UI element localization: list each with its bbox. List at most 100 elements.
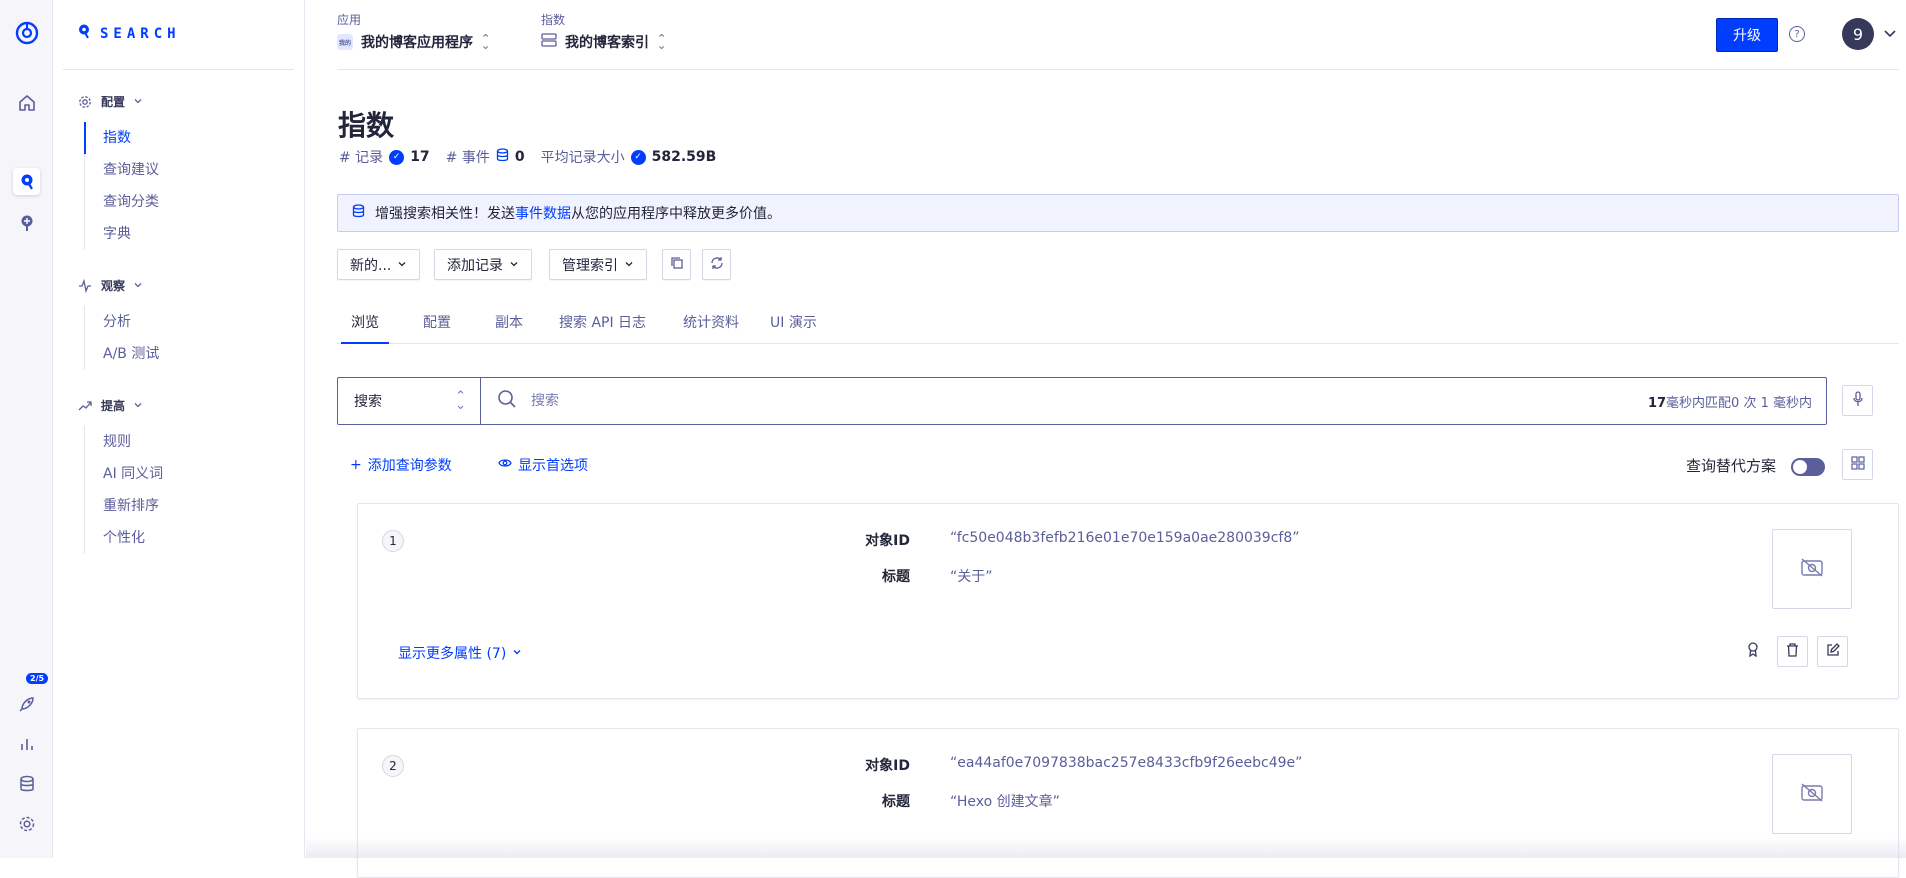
edit-icon	[1826, 642, 1840, 661]
add-record-label: 添加记录	[447, 257, 503, 274]
check-circle-icon: ✓	[630, 149, 646, 165]
tab-configuration[interactable]: 配置	[413, 312, 461, 342]
sort-updown-icon: ⌃ ⌄	[455, 389, 466, 413]
add-query-param-label: 添加查询参数	[367, 458, 452, 474]
attr-key: 标题	[882, 794, 910, 810]
home-icon[interactable]	[13, 89, 40, 116]
no-image-icon	[1800, 782, 1824, 806]
events-label: # 事件	[445, 150, 490, 166]
avatar[interactable]: 9	[1842, 18, 1874, 50]
sidebar-item-ai-synonyms[interactable]: AI 同义词	[85, 458, 163, 490]
index-stats: # 记录 ✓ 17 # 事件 0 平均记录大小 ✓ 582.59B	[339, 147, 726, 167]
search-bar: 搜索 ⌃⌄ 17毫秒内匹配0 次 1 毫秒内	[337, 377, 1827, 425]
sidebar-item-rules[interactable]: 规则	[85, 426, 163, 458]
tab-stats[interactable]: 统计资料	[673, 312, 749, 342]
sidebar-item-rerank[interactable]: 重新排序	[85, 490, 163, 522]
new-button-label: 新的...	[350, 257, 392, 274]
grid-view-button[interactable]	[1842, 449, 1873, 480]
index-selector[interactable]: 指数 我的博客索引 ⌃ ⌄	[541, 11, 666, 52]
refresh-button[interactable]	[702, 249, 731, 280]
tab-ui-demos[interactable]: UI 演示	[760, 312, 827, 342]
sidebar-item-query-suggestions[interactable]: 查询建议	[85, 154, 159, 186]
add-record-button[interactable]: 添加记录	[434, 249, 532, 280]
query-alternatives-label: 查询替代方案	[1686, 457, 1777, 475]
sidebar-item-dictionaries[interactable]: 字典	[85, 218, 159, 250]
show-more-attributes-link[interactable]: 显示更多属性 (7)	[398, 643, 522, 663]
rocket-icon[interactable]	[13, 690, 40, 717]
delete-record-button[interactable]	[1777, 636, 1808, 667]
attr-value: “ea44af0e7097838bac257e8433cfb9f26eebc49…	[950, 755, 1303, 771]
sidebar-section-enhance[interactable]: 提高	[77, 397, 143, 414]
check-circle-icon: ✓	[389, 149, 405, 165]
database-icon[interactable]	[13, 770, 40, 797]
gear-icon	[77, 94, 93, 110]
copy-button[interactable]	[662, 249, 691, 280]
help-icon[interactable]: ?	[1789, 26, 1805, 42]
show-preferences-label: 显示首选项	[518, 458, 588, 474]
show-preferences-button[interactable]: 显示首选项	[498, 455, 588, 475]
tab-replicas[interactable]: 副本	[485, 312, 533, 342]
search-type-select[interactable]: 搜索 ⌃ ⌄	[338, 378, 481, 424]
promote-button[interactable]	[1737, 636, 1768, 667]
voice-search-button[interactable]	[1842, 385, 1873, 416]
banner-suffix: 从您的应用程序中释放更多价值。	[571, 206, 781, 222]
search-input[interactable]	[531, 393, 1634, 409]
attr-key: 对象ID	[865, 533, 910, 549]
banner-events-link[interactable]: 事件数据	[515, 206, 571, 222]
sidebar-item-ab-testing[interactable]: A/B 测试	[85, 338, 159, 370]
query-alternatives-toggle[interactable]	[1791, 458, 1825, 476]
algolia-logo-icon[interactable]	[13, 19, 40, 46]
sidebar-section-label: 观察	[101, 279, 126, 293]
analytics-icon[interactable]	[13, 730, 40, 757]
sidebar-item-indices[interactable]: 指数	[84, 122, 159, 154]
chevron-down-icon[interactable]	[1883, 26, 1897, 44]
sidebar-item-query-categorization[interactable]: 查询分类	[85, 186, 159, 218]
tab-browse[interactable]: 浏览	[341, 312, 389, 344]
app-selector[interactable]: 应用 我的 我的博客应用程序 ⌃ ⌄	[337, 11, 490, 52]
sort-updown-icon: ⌃ ⌄	[481, 32, 491, 52]
index-selector-value: 我的博客索引	[565, 35, 649, 51]
add-query-param-button[interactable]: + 添加查询参数	[350, 455, 452, 475]
chevron-down-icon	[624, 257, 634, 273]
chevron-down-icon	[509, 257, 519, 273]
copy-icon	[670, 256, 684, 274]
show-more-label: 显示更多属性 (7)	[398, 646, 507, 662]
app-selector-label: 应用	[337, 13, 362, 27]
activity-icon	[77, 278, 93, 294]
plus-icon: +	[350, 457, 362, 473]
settings-icon[interactable]	[13, 810, 40, 837]
records-label: # 记录	[339, 150, 384, 166]
sidebar-item-analytics[interactable]: 分析	[85, 306, 159, 338]
brand-logo[interactable]: SEARCH	[78, 24, 181, 43]
new-button[interactable]: 新的...	[337, 249, 421, 280]
sidebar-section-label: 提高	[101, 399, 126, 413]
icon-rail: 2/5	[0, 0, 53, 858]
sidebar-sublist-configure: 指数 查询建议 查询分类 字典	[84, 122, 159, 250]
attr-value: “关于”	[950, 569, 993, 585]
search-logo-icon	[78, 24, 90, 43]
sidebar-sublist-enhance: 规则 AI 同义词 重新排序 个性化	[84, 426, 163, 554]
events-value: 0	[514, 149, 525, 165]
search-meta-text: 毫秒内匹配0 次 1 毫秒内	[1666, 395, 1812, 411]
sidebar: SEARCH 配置 指数 查询建议 查询分类 字典 观察 分析 A/B 测试 提…	[53, 0, 305, 858]
sidebar-item-personalization[interactable]: 个性化	[85, 522, 163, 554]
avg-size-value: 582.59B	[651, 149, 717, 165]
tab-search-api-logs[interactable]: 搜索 API 日志	[549, 312, 656, 342]
onboarding-badge: 2/5	[26, 673, 49, 684]
no-image-icon	[1800, 557, 1824, 581]
edit-record-button[interactable]	[1817, 636, 1848, 667]
sidebar-section-configure[interactable]: 配置	[77, 93, 143, 110]
upgrade-button[interactable]: 升级	[1716, 18, 1778, 52]
sidebar-section-observe[interactable]: 观察	[77, 277, 143, 294]
chevron-down-icon	[133, 95, 143, 109]
trending-up-icon	[77, 398, 93, 414]
record-attr-objectid: 对象ID “fc50e048b3fefb216e01e70e159a0ae280…	[800, 530, 1300, 550]
manage-index-button[interactable]: 管理索引	[549, 249, 647, 280]
recommend-icon[interactable]	[13, 209, 40, 236]
chevron-down-icon	[133, 399, 143, 413]
record-number: 1	[382, 530, 404, 552]
search-product-icon[interactable]	[13, 168, 40, 195]
refresh-icon	[710, 256, 724, 274]
attr-value: “fc50e048b3fefb216e01e70e159a0ae280039cf…	[950, 530, 1300, 546]
app-badge: 我的	[337, 34, 353, 50]
